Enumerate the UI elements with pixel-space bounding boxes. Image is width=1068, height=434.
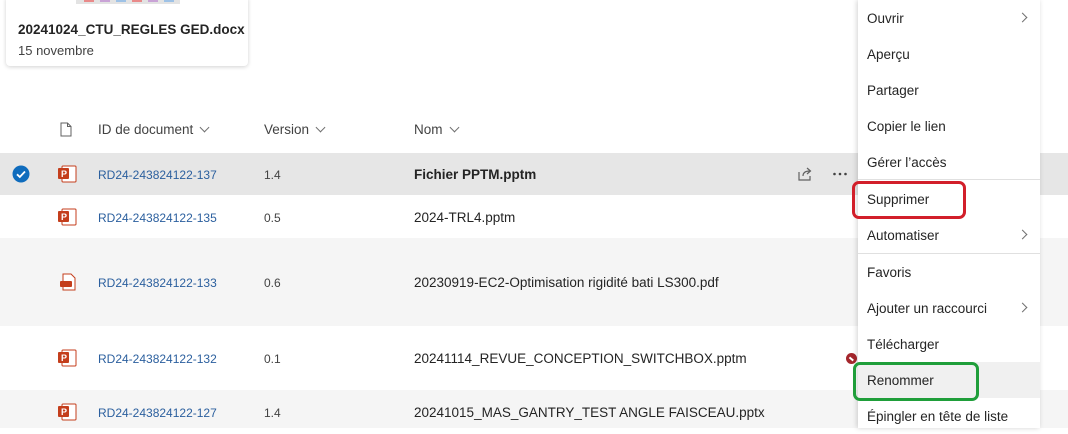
menu-item-label: Renommer: [867, 373, 934, 388]
chevron-right-icon: [1017, 12, 1028, 23]
menu-item-supprimer[interactable]: Supprimer: [858, 181, 1040, 217]
menu-item-ouvrir[interactable]: Ouvrir: [858, 0, 1040, 36]
menu-divider: [858, 179, 1040, 180]
menu-item-partager[interactable]: Partager: [858, 72, 1040, 108]
powerpoint-icon: P: [58, 349, 77, 367]
chevron-right-icon: [1017, 229, 1028, 240]
column-header-name[interactable]: Nom: [414, 122, 459, 137]
chevron-down-icon: [449, 122, 459, 133]
menu-item-telecharger[interactable]: Télécharger: [858, 326, 1040, 362]
menu-item-favoris[interactable]: Favoris: [858, 254, 1040, 290]
recent-file-date: 15 novembre: [18, 43, 94, 58]
menu-item-label: Épingler en tête de liste: [867, 409, 1009, 424]
file-icon: [60, 122, 72, 137]
recent-file-card[interactable]: 20241024_CTU_REGLES GED.docx 15 novembre: [6, 0, 248, 66]
powerpoint-icon: P: [58, 165, 77, 183]
menu-item-gerer-acces[interactable]: Gérer l’accès: [858, 144, 1040, 180]
version-cell: 1.4: [264, 168, 281, 182]
version-cell: 0.6: [264, 276, 281, 290]
version-cell: 0.5: [264, 211, 281, 225]
column-header-id-label: ID de document: [98, 122, 194, 137]
version-cell: 1.4: [264, 406, 281, 420]
menu-item-label: Gérer l’accès: [867, 155, 947, 170]
menu-item-label: Supprimer: [867, 192, 930, 207]
status-error-icon: [846, 353, 857, 364]
menu-item-apercu[interactable]: Aperçu: [858, 36, 1040, 72]
powerpoint-icon: P: [58, 403, 77, 421]
chevron-down-icon: [315, 122, 326, 133]
menu-item-ajouter-raccourci[interactable]: Ajouter un raccourci: [858, 290, 1040, 326]
file-name-link[interactable]: 20241015_MAS_GANTRY_TEST ANGLE FAISCEAU.…: [414, 405, 765, 420]
svg-text:P: P: [61, 169, 67, 179]
recent-file-title: 20241024_CTU_REGLES GED.docx: [18, 22, 245, 37]
svg-text:P: P: [61, 212, 67, 222]
menu-item-epingler[interactable]: Épingler en tête de liste: [858, 398, 1040, 434]
file-name-link[interactable]: 2024-TRL4.pptm: [414, 210, 515, 225]
column-header-version[interactable]: Version: [264, 122, 326, 137]
document-id-link[interactable]: RD24-243824122-137: [98, 168, 217, 182]
file-name-link[interactable]: 20241114_REVUE_CONCEPTION_SWITCHBOX.pptm: [414, 351, 747, 366]
menu-item-label: Télécharger: [867, 337, 940, 352]
svg-text:P: P: [61, 407, 67, 417]
column-header-version-label: Version: [264, 122, 310, 137]
menu-item-copier-le-lien[interactable]: Copier le lien: [858, 108, 1040, 144]
column-header-name-label: Nom: [414, 122, 443, 137]
menu-item-label: Partager: [867, 83, 919, 98]
powerpoint-icon: P: [58, 208, 77, 226]
menu-item-label: Ajouter un raccourci: [867, 301, 988, 316]
checkmark-circle-icon[interactable]: [12, 165, 30, 183]
column-header-id[interactable]: ID de document: [98, 122, 210, 137]
file-name-link[interactable]: 20230919-EC2-Optimisation rigidité bati …: [414, 275, 719, 290]
pdf-icon: [60, 273, 76, 291]
version-cell: 0.1: [264, 352, 281, 366]
menu-item-label: Favoris: [867, 265, 912, 280]
svg-text:P: P: [61, 353, 67, 363]
menu-item-renommer[interactable]: Renommer: [858, 362, 1040, 398]
menu-item-label: Aperçu: [867, 47, 910, 62]
document-id-link[interactable]: RD24-243824122-127: [98, 406, 217, 420]
more-options-icon[interactable]: [831, 165, 849, 183]
chevron-right-icon: [1017, 302, 1028, 313]
document-id-link[interactable]: RD24-243824122-135: [98, 211, 217, 225]
menu-item-label: Ouvrir: [867, 11, 904, 26]
menu-item-label: Automatiser: [867, 228, 940, 243]
file-name-link[interactable]: Fichier PPTM.pptm: [414, 167, 536, 182]
menu-item-label: Copier le lien: [867, 119, 946, 134]
share-icon[interactable]: [796, 165, 814, 183]
document-id-link[interactable]: RD24-243824122-133: [98, 276, 217, 290]
menu-item-automatiser[interactable]: Automatiser: [858, 217, 1040, 253]
chevron-down-icon: [199, 122, 210, 133]
document-id-link[interactable]: RD24-243824122-132: [98, 352, 217, 366]
context-menu: Ouvrir Aperçu Partager Copier le lien Gé…: [858, 0, 1040, 428]
file-thumbnail: [76, 0, 180, 4]
